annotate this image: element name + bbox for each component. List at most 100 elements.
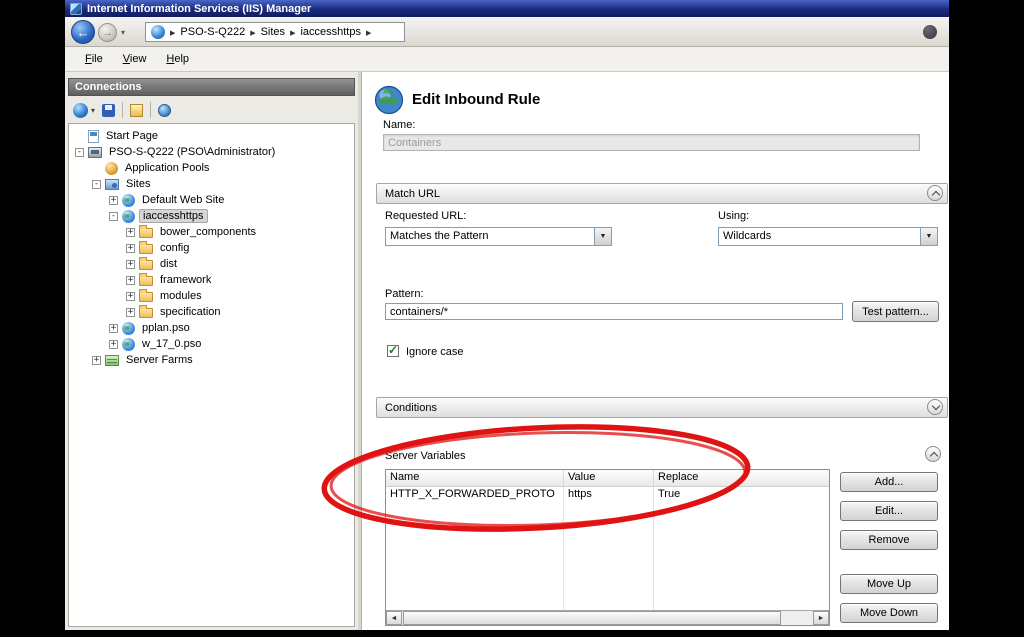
tree-item-server[interactable]: PSO-S-Q222 (PSO\Administrator): [69, 144, 354, 160]
create-connection-icon[interactable]: [73, 103, 88, 118]
expand-icon[interactable]: [126, 244, 135, 253]
pattern-input[interactable]: [385, 303, 843, 320]
breadcrumb-server[interactable]: PSO-S-Q222: [180, 26, 245, 38]
breadcrumb-separator-icon: [290, 26, 295, 38]
folder-icon: [139, 244, 153, 254]
expand-icon[interactable]: [126, 260, 135, 269]
content-area: Connections ▾ Start Page: [65, 72, 949, 630]
menu-file[interactable]: File: [77, 50, 111, 68]
expand-icon[interactable]: [126, 308, 135, 317]
tree-item-sites[interactable]: Sites: [69, 176, 354, 192]
tree-item-application-pools[interactable]: Application Pools: [69, 160, 354, 176]
expand-icon[interactable]: [92, 356, 101, 365]
application-pools-icon: [105, 162, 118, 175]
requested-url-dropdown[interactable]: Matches the Pattern: [385, 227, 612, 246]
edit-button[interactable]: Edit...: [840, 501, 938, 521]
tree-item-pplan-pso[interactable]: pplan.pso: [69, 320, 354, 336]
expand-chevron-icon[interactable]: [927, 399, 943, 415]
tree-item-specification[interactable]: specification: [69, 304, 354, 320]
cell-replace: True: [654, 487, 829, 502]
collapse-icon[interactable]: [92, 180, 101, 189]
move-up-button[interactable]: Move Up: [840, 574, 938, 594]
cell-value: https: [564, 487, 654, 502]
tree-item-config[interactable]: config: [69, 240, 354, 256]
requested-url-label: Requested URL:: [385, 210, 466, 222]
collapse-icon[interactable]: [109, 212, 118, 221]
address-icon[interactable]: [151, 25, 165, 39]
collapse-icon[interactable]: [75, 148, 84, 157]
ignore-case-label: Ignore case: [406, 346, 463, 358]
tree-item-label: Default Web Site: [139, 194, 227, 206]
column-header-name[interactable]: Name: [386, 470, 564, 486]
expand-icon[interactable]: [109, 340, 118, 349]
connection-dropdown-icon[interactable]: ▾: [91, 106, 95, 115]
scrollbar-thumb[interactable]: [403, 611, 781, 625]
conditions-title: Conditions: [385, 402, 437, 414]
breadcrumb-site[interactable]: iaccesshttps: [300, 26, 361, 38]
recent-pages-dropdown-icon[interactable]: ▾: [121, 28, 125, 37]
save-icon[interactable]: [102, 104, 115, 117]
connections-header: Connections: [68, 78, 355, 96]
expand-icon[interactable]: [126, 228, 135, 237]
tree-item-iaccesshttps[interactable]: iaccesshttps: [69, 208, 354, 224]
dropdown-arrow-icon[interactable]: [920, 228, 937, 245]
column-header-replace[interactable]: Replace: [654, 470, 829, 486]
back-button[interactable]: ←: [71, 20, 95, 44]
tree-item-w-17-0-pso[interactable]: w_17_0.pso: [69, 336, 354, 352]
add-button[interactable]: Add...: [840, 472, 938, 492]
app-icon: [70, 3, 82, 15]
folder-icon: [139, 308, 153, 318]
table-body: HTTP_X_FORWARDED_PROTO https True: [386, 487, 829, 610]
horizontal-scrollbar[interactable]: ◄ ►: [386, 610, 829, 625]
tree-item-start-page[interactable]: Start Page: [69, 128, 354, 144]
column-header-value[interactable]: Value: [564, 470, 654, 486]
test-pattern-button[interactable]: Test pattern...: [852, 301, 939, 322]
delegation-icon[interactable]: [158, 104, 171, 117]
nav-extra-icon[interactable]: [923, 25, 937, 39]
expand-icon[interactable]: [126, 276, 135, 285]
expand-icon[interactable]: [109, 196, 118, 205]
forward-button[interactable]: →: [98, 23, 117, 42]
conditions-section-header[interactable]: Conditions: [376, 397, 948, 418]
column-divider: [653, 487, 654, 610]
site-globe-icon: [122, 210, 135, 223]
expand-icon[interactable]: [109, 324, 118, 333]
ignore-case-checkbox[interactable]: [387, 345, 399, 357]
toolbar-divider: [150, 102, 151, 118]
folder-icon: [139, 228, 153, 238]
tree-item-framework[interactable]: framework: [69, 272, 354, 288]
navigation-bar: ← → ▾ PSO-S-Q222 Sites iaccesshttps: [65, 17, 949, 47]
dropdown-arrow-icon[interactable]: [594, 228, 611, 245]
table-row[interactable]: HTTP_X_FORWARDED_PROTO https True: [386, 487, 829, 502]
menu-view[interactable]: View: [115, 50, 155, 68]
scroll-left-icon[interactable]: ◄: [386, 611, 402, 625]
tree-item-server-farms[interactable]: Server Farms: [69, 352, 354, 368]
sites-icon: [105, 179, 119, 190]
column-divider: [563, 487, 564, 610]
move-down-button[interactable]: Move Down: [840, 603, 938, 623]
table-header-row: Name Value Replace: [386, 470, 829, 487]
using-dropdown[interactable]: Wildcards: [718, 227, 938, 246]
connections-tree: Start Page PSO-S-Q222 (PSO\Administrator…: [68, 123, 355, 627]
remove-button[interactable]: Remove: [840, 530, 938, 550]
toolbar-divider: [122, 102, 123, 118]
tree-item-bower-components[interactable]: bower_components: [69, 224, 354, 240]
match-url-section-header[interactable]: Match URL: [376, 183, 948, 204]
menu-help[interactable]: Help: [158, 50, 197, 68]
tree-item-label: w_17_0.pso: [139, 338, 204, 350]
collapse-chevron-icon[interactable]: [925, 446, 941, 462]
breadcrumb-sites[interactable]: Sites: [261, 26, 285, 38]
tree-item-dist[interactable]: dist: [69, 256, 354, 272]
breadcrumb-separator-icon: [170, 26, 175, 38]
scroll-right-icon[interactable]: ►: [813, 611, 829, 625]
name-input: [383, 134, 920, 151]
expand-icon[interactable]: [126, 292, 135, 301]
tree-item-default-web-site[interactable]: Default Web Site: [69, 192, 354, 208]
browse-icon[interactable]: [130, 104, 143, 117]
pattern-label: Pattern:: [385, 288, 424, 300]
requested-url-value: Matches the Pattern: [386, 228, 594, 245]
tree-item-label: Application Pools: [122, 162, 212, 174]
collapse-chevron-icon[interactable]: [927, 185, 943, 201]
tree-item-label: specification: [157, 306, 224, 318]
tree-item-modules[interactable]: modules: [69, 288, 354, 304]
